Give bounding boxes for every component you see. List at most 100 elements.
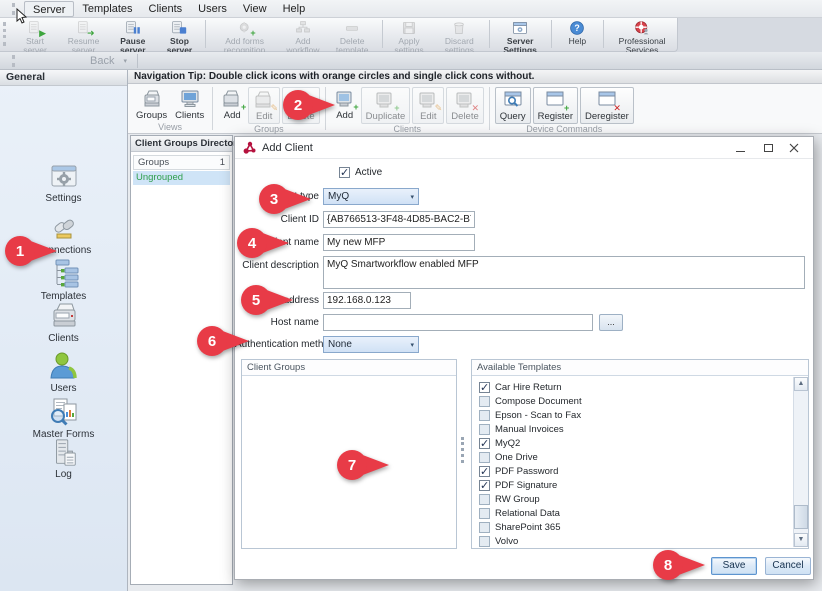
template-checkbox[interactable]: [479, 396, 490, 407]
template-checkbox[interactable]: [479, 452, 490, 463]
annotation-2: 2: [282, 88, 336, 127]
add-client-icon: +: [334, 88, 356, 110]
template-row[interactable]: Epson - Scan to Fax: [479, 408, 792, 422]
sidebar-item-master-forms[interactable]: Master Forms: [0, 396, 127, 440]
deregister-icon: ✕: [596, 89, 618, 111]
menu-users[interactable]: Users: [190, 1, 235, 17]
stop-server-button[interactable]: Stop server: [156, 18, 202, 55]
annotation-1: 1: [4, 234, 58, 273]
panel-splitter[interactable]: [460, 437, 467, 467]
template-row[interactable]: PDF Password: [479, 464, 792, 478]
client-id-input[interactable]: [323, 211, 475, 228]
pause-server-button[interactable]: Pause server: [109, 18, 156, 55]
dialog-titlebar[interactable]: Add Client: [235, 137, 813, 159]
template-checkbox[interactable]: [479, 438, 490, 449]
groups-column-header[interactable]: Groups 1: [133, 155, 230, 170]
template-checkbox[interactable]: [479, 382, 490, 393]
resume-server-button[interactable]: ➜ Resume server: [58, 18, 109, 55]
duplicate-client-button[interactable]: + Duplicate: [361, 87, 411, 124]
discard-settings-button[interactable]: Discard settings: [433, 18, 486, 55]
back-dropdown-icon[interactable]: ▾: [123, 57, 127, 65]
authentication-method-select[interactable]: None ▾: [323, 336, 419, 353]
template-checkbox[interactable]: [479, 410, 490, 421]
template-row[interactable]: PDF Signature: [479, 478, 792, 492]
template-checkbox[interactable]: [479, 536, 490, 547]
add-group-button[interactable]: + Add: [217, 87, 247, 122]
svg-text:8: 8: [664, 557, 672, 574]
group-row-ungrouped[interactable]: Ungrouped: [133, 171, 230, 185]
help-button[interactable]: ? Help: [554, 18, 600, 46]
active-checkbox[interactable]: [339, 167, 350, 178]
svg-text:?: ?: [575, 23, 580, 33]
register-button[interactable]: + Register: [533, 87, 578, 124]
template-row[interactable]: Volvo: [479, 534, 792, 547]
delete-client-icon: ✕: [454, 89, 476, 111]
client-name-input[interactable]: [323, 234, 475, 251]
edit-client-button[interactable]: ✎ Edit: [412, 87, 444, 124]
sidebar-item-clients[interactable]: Clients: [0, 300, 127, 344]
available-templates-title: Available Templates: [472, 360, 808, 376]
back-button[interactable]: Back: [84, 55, 120, 67]
server-settings-button[interactable]: Server Settings: [493, 18, 548, 55]
active-label: Active: [355, 167, 382, 178]
edit-group-button[interactable]: ✎ Edit: [248, 87, 280, 124]
template-row[interactable]: Relational Data: [479, 506, 792, 520]
available-templates-panel: Available Templates Car Hire Return Comp…: [471, 359, 809, 549]
template-row[interactable]: One Drive: [479, 450, 792, 464]
annotation-8: 8: [652, 548, 706, 587]
template-row[interactable]: RW Group: [479, 492, 792, 506]
template-checkbox[interactable]: [479, 508, 490, 519]
apply-settings-button[interactable]: Apply settings: [385, 18, 432, 55]
minimize-icon[interactable]: [729, 140, 751, 156]
annotation-4: 4: [236, 226, 290, 265]
professional-services-button[interactable]: Professional Services: [607, 18, 677, 55]
help-icon: ?: [569, 20, 585, 36]
maximize-icon[interactable]: [757, 140, 779, 156]
sidebar-item-users[interactable]: Users: [0, 350, 127, 394]
active-checkbox-row[interactable]: Active: [339, 167, 382, 178]
query-button[interactable]: Query: [495, 87, 531, 124]
menu-help[interactable]: Help: [275, 1, 314, 17]
menu-templates[interactable]: Templates: [74, 1, 140, 17]
clients-view-button[interactable]: Clients: [171, 87, 208, 122]
client-type-select[interactable]: MyQ ▾: [323, 188, 419, 205]
sidebar-item-settings[interactable]: Settings: [0, 160, 127, 204]
menu-clients[interactable]: Clients: [141, 1, 191, 17]
sidebar-item-log[interactable]: Log: [0, 438, 127, 480]
template-checkbox[interactable]: [479, 480, 490, 491]
template-checkbox[interactable]: [479, 424, 490, 435]
save-button[interactable]: Save: [711, 557, 757, 575]
deregister-button[interactable]: ✕ Deregister: [580, 87, 634, 124]
template-checkbox[interactable]: [479, 466, 490, 477]
templates-scrollbar[interactable]: ▲ ▼: [793, 377, 808, 547]
host-name-input[interactable]: [323, 314, 593, 331]
groups-view-button[interactable]: Groups: [132, 87, 171, 122]
mouse-cursor: [16, 8, 27, 29]
cancel-button[interactable]: Cancel: [765, 557, 811, 575]
dialog-title: Add Client: [262, 142, 313, 154]
template-row[interactable]: SharePoint 365: [479, 520, 792, 534]
close-icon[interactable]: [783, 140, 805, 156]
navigation-toolbar: Back ▾: [0, 52, 822, 70]
add-workflow-button[interactable]: Add workflow: [280, 18, 326, 55]
browse-button[interactable]: ...: [599, 314, 623, 331]
delete-client-button[interactable]: ✕ Delete: [446, 87, 483, 124]
template-row[interactable]: MyQ2: [479, 436, 792, 450]
template-row[interactable]: Car Hire Return: [479, 380, 792, 394]
life-ring-icon: [634, 20, 650, 36]
client-description-input[interactable]: MyQ Smartworkflow enabled MFP: [323, 256, 805, 289]
add-forms-recognition-button[interactable]: + Add forms recognition: [209, 18, 280, 55]
template-row[interactable]: Manual Invoices: [479, 422, 792, 436]
template-checkbox[interactable]: [479, 494, 490, 505]
trash-icon: [451, 20, 467, 36]
ip-address-input[interactable]: [323, 292, 411, 309]
delete-template-button[interactable]: Delete template: [326, 18, 379, 55]
scroll-up-icon[interactable]: ▲: [794, 377, 808, 391]
scroll-down-icon[interactable]: ▼: [794, 533, 808, 547]
menu-view[interactable]: View: [235, 1, 275, 17]
template-row[interactable]: Compose Document: [479, 394, 792, 408]
menu-server[interactable]: Server: [24, 1, 74, 17]
template-checkbox[interactable]: [479, 522, 490, 533]
stop-server-icon: [171, 20, 187, 36]
scrollbar-thumb[interactable]: [794, 505, 808, 529]
